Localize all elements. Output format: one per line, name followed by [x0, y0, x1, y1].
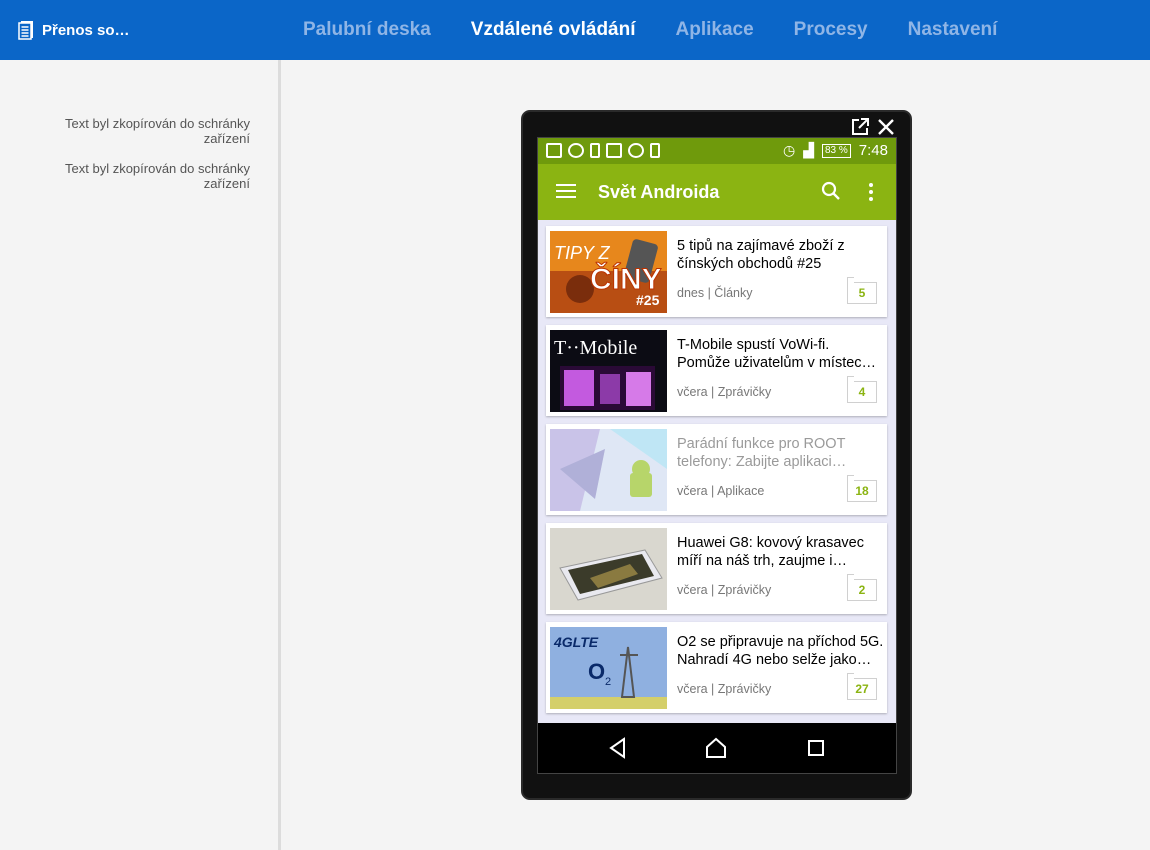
article-card[interactable]: Huawei G8: kovový krasavec míří na náš t…: [546, 523, 887, 614]
comment-count: 2: [847, 574, 877, 601]
document-icon: [18, 20, 34, 40]
gmail-icon: [546, 143, 562, 158]
top-bar: Přenos so… Palubní deska Vzdálené ovládá…: [0, 0, 1150, 60]
app-title-label: Přenos so…: [42, 21, 130, 39]
phone-icon: [650, 143, 660, 158]
svg-text:4GLTE: 4GLTE: [553, 634, 599, 650]
back-icon[interactable]: [608, 737, 628, 759]
status-bar: ◷ ▟ 83 % 7:48: [538, 138, 896, 164]
article-card[interactable]: 4GLTE O 2 O2 se připravuje na příchod 5G…: [546, 622, 887, 713]
article-meta: včera | Aplikace: [677, 484, 765, 498]
svg-text:2: 2: [605, 676, 611, 688]
android-nav-bar: [538, 723, 896, 773]
svg-text:TIPY Z: TIPY Z: [554, 243, 611, 263]
article-card[interactable]: T··Mobile T-Mobile spustí VoWi-fi. Pomůž…: [546, 325, 887, 416]
comment-count: 5: [847, 277, 877, 304]
popout-icon[interactable]: [851, 118, 869, 136]
tab-dashboard[interactable]: Palubní deska: [283, 19, 451, 41]
search-icon[interactable]: [821, 181, 841, 206]
eye-icon: [568, 143, 584, 158]
more-options-icon[interactable]: [869, 183, 873, 204]
article-card[interactable]: Parádní funkce pro ROOT telefony: Zabijt…: [546, 424, 887, 515]
settings-icon: [628, 143, 644, 158]
close-icon[interactable]: [877, 118, 895, 136]
phone-frame: ◷ ▟ 83 % 7:48 Svět Androida TIPY Z ČÍNY …: [521, 110, 912, 800]
home-icon[interactable]: [705, 737, 727, 759]
alarm-icon: ◷: [783, 142, 796, 158]
svg-text:ČÍNY: ČÍNY: [590, 262, 662, 296]
article-thumbnail: [550, 429, 667, 511]
clipboard-message: Text byl zkopírován do schránky zařízení: [65, 116, 250, 146]
phone-screen[interactable]: ◷ ▟ 83 % 7:48 Svět Androida TIPY Z ČÍNY …: [537, 137, 897, 774]
svg-text:O: O: [588, 659, 605, 684]
tab-settings[interactable]: Nastavení: [888, 19, 1018, 41]
recent-apps-icon[interactable]: [807, 737, 825, 759]
image-icon: [590, 143, 600, 158]
signal-icon: ▟: [803, 142, 814, 158]
teamviewer-icon: [606, 143, 622, 158]
comment-count: 4: [847, 376, 877, 403]
article-title: T-Mobile spustí VoWi-fi. Pomůže uživatel…: [677, 337, 877, 371]
article-list: TIPY Z ČÍNY #25 5 tipů na zajímavé zboží…: [538, 220, 896, 723]
article-card[interactable]: TIPY Z ČÍNY #25 5 tipů na zajímavé zboží…: [546, 226, 887, 317]
article-thumbnail: T··Mobile: [550, 330, 667, 412]
tab-remote-control[interactable]: Vzdálené ovládání: [451, 19, 656, 41]
battery-indicator: 83 %: [822, 143, 851, 158]
clock: 7:48: [858, 142, 888, 159]
tab-processes[interactable]: Procesy: [774, 19, 888, 41]
article-thumbnail: 4GLTE O 2: [550, 627, 667, 709]
article-meta: dnes | Články: [677, 286, 753, 300]
article-title: Parádní funkce pro ROOT telefony: Zabijt…: [677, 436, 847, 470]
svg-text:T··Mobile: T··Mobile: [554, 337, 637, 359]
article-thumbnail: [550, 528, 667, 610]
app-bar-title: Svět Androida: [598, 182, 720, 202]
svg-text:#25: #25: [636, 292, 660, 308]
menu-icon[interactable]: [556, 184, 576, 202]
comment-count: 18: [847, 475, 877, 502]
app-bar: Svět Androida: [538, 164, 896, 220]
article-title: Huawei G8: kovový krasavec míří na náš t…: [677, 535, 864, 569]
comment-count: 27: [847, 673, 877, 700]
article-title: 5 tipů na zajímavé zboží z čínských obch…: [677, 238, 845, 272]
clipboard-message: Text byl zkopírován do schránky zařízení: [65, 161, 250, 191]
article-thumbnail: TIPY Z ČÍNY #25: [550, 231, 667, 313]
app-title: Přenos so…: [18, 20, 130, 40]
article-meta: včera | Zprávičky: [677, 682, 772, 696]
article-title: O2 se připravuje na příchod 5G. Nahradí …: [677, 634, 884, 668]
tab-applications[interactable]: Aplikace: [656, 19, 774, 41]
article-meta: včera | Zprávičky: [677, 583, 772, 597]
sidebar: Text byl zkopírován do schránky zařízení…: [0, 60, 281, 850]
article-meta: včera | Zprávičky: [677, 385, 772, 399]
main-nav: Palubní deska Vzdálené ovládání Aplikace…: [283, 0, 1017, 60]
